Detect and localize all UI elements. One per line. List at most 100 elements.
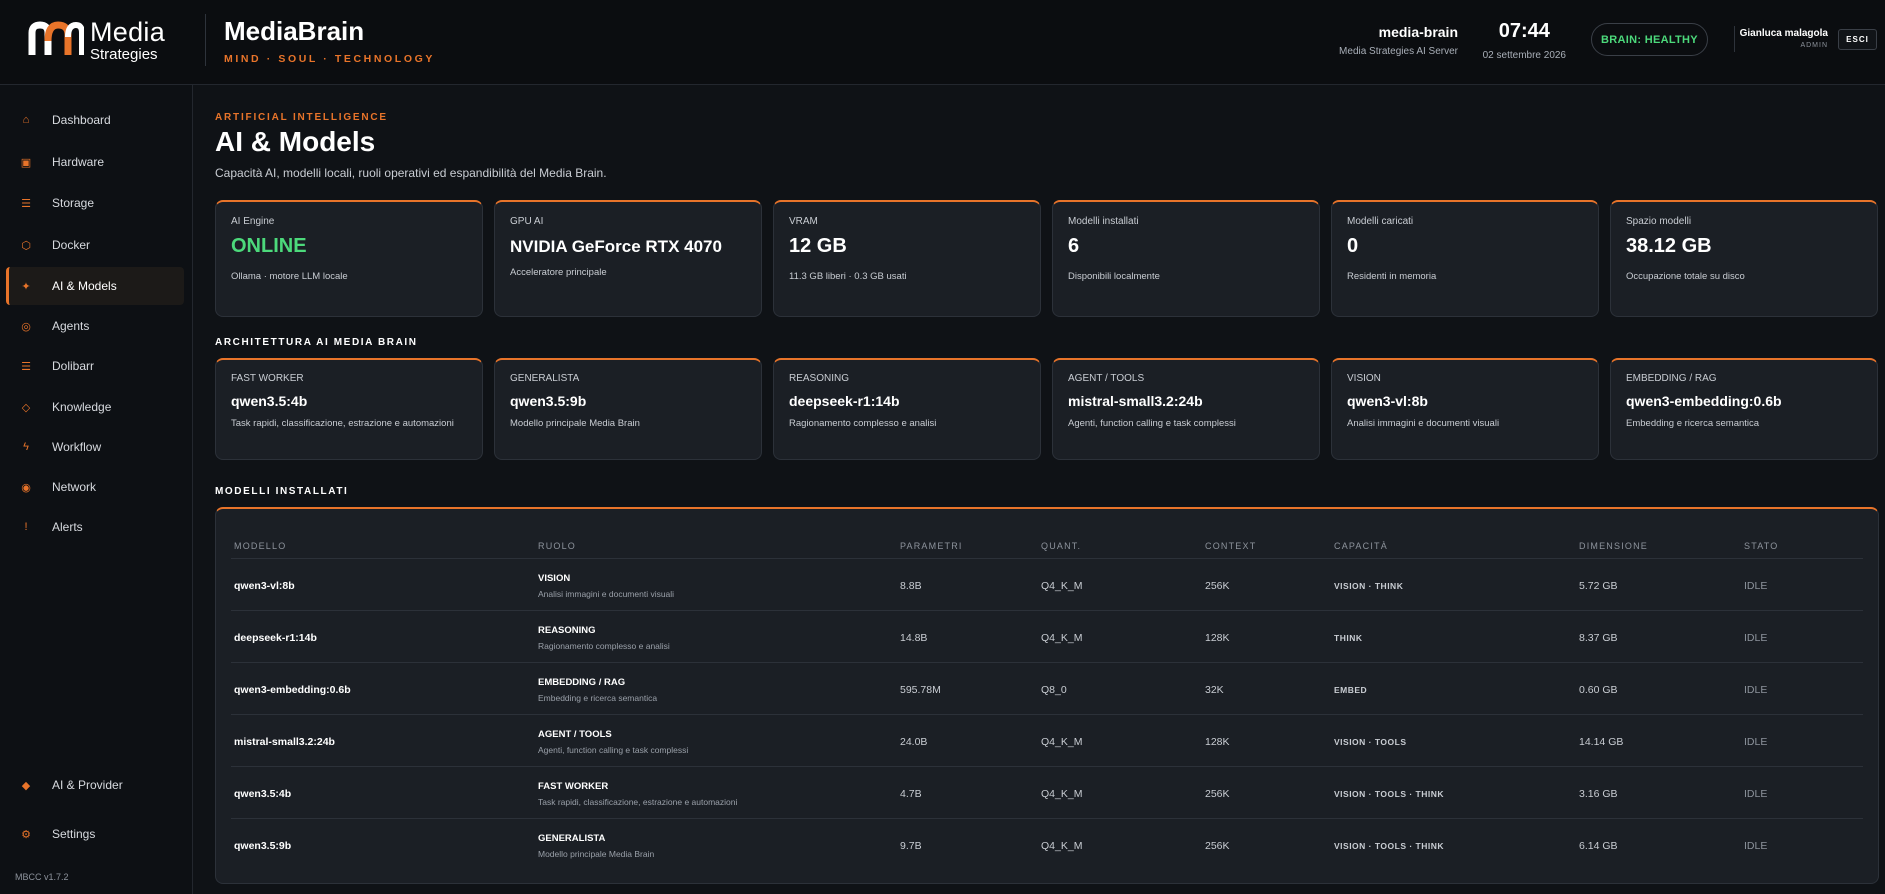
sidebar-item-ai-models[interactable]: ✦ AI & Models	[6, 267, 184, 305]
stat-sub: Ollama · motore LLM locale	[231, 271, 348, 282]
sidebar-item-docker[interactable]: ⬡ Docker	[6, 226, 184, 264]
logo-line1: Media	[90, 16, 166, 47]
cell-role: FAST WORKER	[538, 781, 609, 792]
sidebar-item-label: Knowledge	[52, 400, 112, 414]
cell-role: REASONING	[538, 625, 596, 636]
stat-sub: Occupazione totale su disco	[1626, 271, 1745, 282]
sidebar-item-label: Agents	[52, 319, 90, 333]
cell-size: 6.14 GB	[1579, 840, 1618, 852]
sidebar-item-agents[interactable]: ◎ Agents	[6, 307, 184, 345]
models-table: MODELLO RUOLO PARAMETRI QUANT. CONTEXT C…	[215, 507, 1879, 884]
stat-sub: 11.3 GB liberi · 0.3 GB usati	[789, 271, 907, 282]
table-row[interactable]: deepseek-r1:14b REASONING Ragionamento c…	[231, 610, 1863, 662]
cell-quant: Q8_0	[1041, 684, 1067, 696]
stat-card-vram: VRAM 12 GB 11.3 GB liberi · 0.3 GB usati	[773, 200, 1041, 317]
architecture-section-title: ARCHITETTURA AI MEDIA BRAIN	[215, 337, 418, 348]
table-row[interactable]: qwen3-embedding:0.6b EMBEDDING / RAG Emb…	[231, 662, 1863, 714]
cell-role-desc: Task rapidi, classificazione, estrazione…	[538, 797, 738, 807]
cell-context: 128K	[1205, 632, 1230, 644]
arch-card-generalista: GENERALISTA qwen3.5:9b Modello principal…	[494, 358, 762, 460]
brand-title: MediaBrain	[224, 16, 365, 46]
storage-icon: ☰	[21, 197, 31, 210]
column-header: QUANT.	[1041, 541, 1082, 551]
arch-model: mistral-small3.2:24b	[1068, 393, 1203, 409]
alert-icon: !	[24, 521, 28, 533]
sidebar-item-alerts[interactable]: ! Alerts	[6, 508, 184, 546]
gear-icon: ⚙	[21, 828, 31, 841]
cell-model: deepseek-r1:14b	[234, 632, 317, 644]
cell-role-desc: Ragionamento complesso e analisi	[538, 641, 670, 651]
target-icon: ◎	[21, 320, 31, 333]
sidebar-item-workflow[interactable]: ϟ Workflow	[6, 428, 184, 466]
stat-card-loaded-models: Modelli caricati 0 Residenti in memoria	[1331, 200, 1599, 317]
arch-label: GENERALISTA	[510, 373, 580, 384]
sidebar-item-label: Settings	[52, 827, 96, 841]
brand-tagline: MIND · SOUL · TECHNOLOGY	[224, 53, 435, 65]
sidebar-item-settings[interactable]: ⚙ Settings	[6, 815, 184, 853]
stat-card-ai-engine: AI Engine ONLINE Ollama · motore LLM loc…	[215, 200, 483, 317]
sidebar-item-knowledge[interactable]: ◇ Knowledge	[6, 388, 184, 426]
cell-capabilities: VISION · THINK	[1334, 581, 1404, 591]
main-content: ARTIFICIAL INTELLIGENCE AI & Models Capa…	[194, 86, 1885, 894]
cell-capabilities: THINK	[1334, 633, 1363, 643]
sidebar-item-dolibarr[interactable]: ☰ Dolibarr	[6, 347, 184, 385]
user-name: Gianluca malagola	[1739, 28, 1828, 39]
arch-desc: Analisi immagini e documenti visuali	[1347, 418, 1500, 429]
stat-value: ONLINE	[231, 235, 307, 257]
stat-sub: Residenti in memoria	[1347, 271, 1437, 282]
network-icon: ◉	[21, 481, 31, 494]
sidebar: ⌂ Dashboard ▣ Hardware ☰ Storage ⬡ Docke…	[0, 85, 193, 894]
cell-capabilities: VISION · TOOLS · THINK	[1334, 789, 1445, 799]
cell-role: GENERALISTA	[538, 833, 606, 844]
media-strategies-logo[interactable]: Media Strategies	[28, 16, 178, 62]
column-header: PARAMETRI	[900, 541, 963, 551]
arch-label: EMBEDDING / RAG	[1626, 373, 1717, 384]
host-description: Media Strategies AI Server	[1339, 46, 1458, 57]
stat-sub: Disponibili localmente	[1068, 271, 1160, 282]
stat-value: NVIDIA GeForce RTX 4070	[510, 237, 722, 256]
sidebar-item-dashboard[interactable]: ⌂ Dashboard	[6, 101, 184, 139]
arch-model: deepseek-r1:14b	[789, 393, 900, 409]
sidebar-item-network[interactable]: ◉ Network	[6, 468, 184, 506]
arch-card-agent-tools: AGENT / TOOLS mistral-small3.2:24b Agent…	[1052, 358, 1320, 460]
cell-role-desc: Agenti, function calling e task compless…	[538, 745, 689, 755]
brain-health-badge: BRAIN: HEALTHY	[1591, 23, 1708, 56]
arch-card-reasoning: REASONING deepseek-r1:14b Ragionamento c…	[773, 358, 1041, 460]
stat-label: VRAM	[789, 216, 818, 227]
cell-model: qwen3.5:4b	[234, 788, 292, 800]
table-row[interactable]: qwen3.5:9b GENERALISTA Modello principal…	[231, 818, 1863, 870]
cell-size: 5.72 GB	[1579, 580, 1618, 592]
header-divider	[205, 14, 206, 66]
sparkle-icon: ✦	[21, 280, 31, 293]
stat-value: 6	[1068, 235, 1080, 257]
cell-context: 256K	[1205, 840, 1230, 852]
cell-role-desc: Modello principale Media Brain	[538, 849, 655, 859]
arch-model: qwen3.5:4b	[231, 393, 308, 409]
top-header: Media Strategies MediaBrain MIND · SOUL …	[0, 0, 1885, 85]
sidebar-item-label: AI & Provider	[52, 778, 123, 792]
table-row[interactable]: qwen3.5:4b FAST WORKER Task rapidi, clas…	[231, 766, 1863, 818]
sidebar-item-hardware[interactable]: ▣ Hardware	[6, 143, 184, 181]
cell-status: IDLE	[1744, 736, 1768, 748]
cell-status: IDLE	[1744, 840, 1768, 852]
cell-size: 0.60 GB	[1579, 684, 1618, 696]
arch-model: qwen3-embedding:0.6b	[1626, 393, 1782, 409]
cell-capabilities: VISION · TOOLS · THINK	[1334, 841, 1445, 851]
logout-button[interactable]: ESCI	[1838, 29, 1877, 50]
sidebar-item-label: Alerts	[52, 520, 83, 534]
arch-label: FAST WORKER	[231, 373, 304, 384]
arch-model: qwen3.5:9b	[510, 393, 587, 409]
cell-quant: Q4_K_M	[1041, 736, 1083, 748]
clock-time: 07:44	[1498, 20, 1550, 42]
arch-desc: Modello principale Media Brain	[510, 418, 640, 429]
sidebar-item-ai-provider[interactable]: ◆ AI & Provider	[6, 766, 184, 804]
table-row[interactable]: qwen3-vl:8b VISION Analisi immagini e do…	[231, 558, 1863, 610]
sidebar-item-storage[interactable]: ☰ Storage	[6, 184, 184, 222]
table-row[interactable]: mistral-small3.2:24b AGENT / TOOLS Agent…	[231, 714, 1863, 766]
cell-role: EMBEDDING / RAG	[538, 677, 626, 688]
user-info: Gianluca malagola ADMIN	[1740, 28, 1828, 49]
cell-quant: Q4_K_M	[1041, 632, 1083, 644]
sidebar-item-label: AI & Models	[52, 279, 117, 293]
app-version: MBCC v1.7.2	[15, 872, 69, 882]
column-header: CONTEXT	[1205, 541, 1257, 551]
